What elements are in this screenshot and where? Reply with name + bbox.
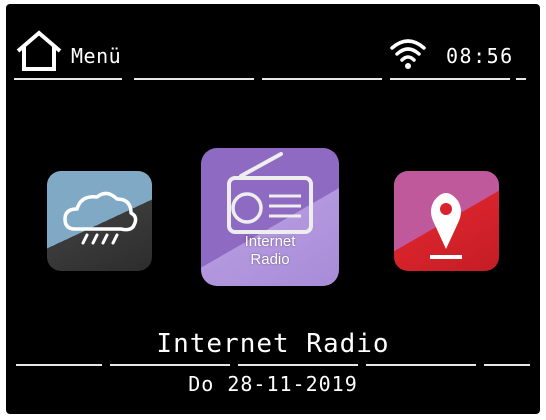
map-pin-icon [430,193,462,259]
tile-label-line1: Internet [244,233,296,250]
home-icon[interactable] [14,29,64,73]
header-divider [14,78,122,80]
clock: 08:56 [446,44,514,68]
footer-divider [238,364,358,366]
app-carousel: Internet Radio [6,144,540,294]
footer-divider [366,364,476,366]
selected-item-title: Internet Radio [156,329,390,359]
weather-tile[interactable] [47,171,152,271]
header-divider [516,78,526,80]
footer-divider [484,364,530,366]
display: Menü 08:56 Internet Radio Internet Radio… [6,4,540,414]
header-divider [262,78,382,80]
cloud-rain-icon [63,191,138,245]
status-bar: Menü 08:56 [6,4,540,84]
tile-label-line2: Radio [250,251,290,268]
date-display: Do 28-11-2019 [188,372,358,396]
menu-title: Menü [71,44,122,68]
map-tile[interactable] [394,171,499,271]
header-divider [134,78,254,80]
device-screen: Menü 08:56 Internet Radio Internet Radio… [0,0,546,420]
footer-divider [110,364,230,366]
footer-divider [16,364,102,366]
header-divider [390,78,510,80]
wifi-icon [389,36,427,70]
internet-radio-tile[interactable]: Internet Radio [201,148,339,286]
